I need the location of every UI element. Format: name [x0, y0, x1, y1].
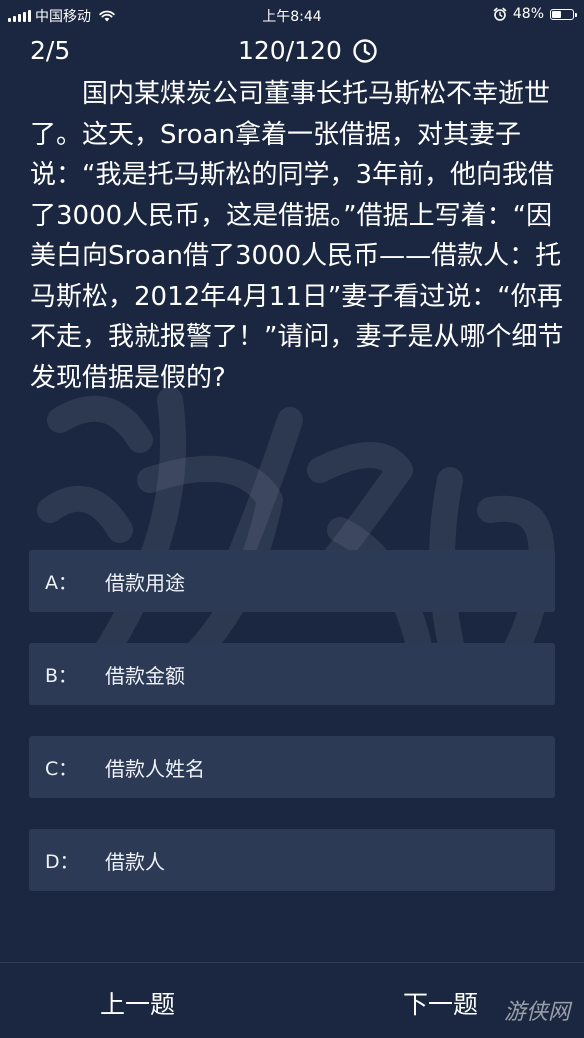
- battery-level: [552, 10, 561, 18]
- answer-options: A： 借款用途 B： 借款金额 C： 借款人姓名 D： 借款人: [29, 550, 555, 922]
- bottom-divider: [0, 962, 584, 963]
- option-letter: C：: [45, 757, 78, 780]
- status-right: 48%: [493, 6, 577, 22]
- option-text: 借款人姓名: [105, 756, 205, 781]
- option-letter: D：: [45, 850, 79, 873]
- option-letter: A：: [45, 571, 77, 594]
- option-letter: B：: [45, 664, 78, 687]
- timer-value: 120/120: [238, 36, 342, 65]
- question-progress: 2/5: [30, 36, 71, 65]
- clock-icon: [353, 38, 377, 63]
- option-d[interactable]: D： 借款人: [29, 829, 555, 891]
- quiz-header: 2/5 120/120: [0, 34, 584, 70]
- option-text: 借款用途: [105, 570, 185, 595]
- option-text: 借款金额: [105, 663, 185, 688]
- countdown-timer: 120/120: [238, 36, 378, 65]
- alarm-icon: [493, 7, 507, 21]
- battery-percent: 48%: [512, 6, 544, 22]
- prev-question-button[interactable]: 上一题: [100, 985, 175, 1021]
- option-c[interactable]: C： 借款人姓名: [29, 736, 555, 798]
- option-b[interactable]: B： 借款金额: [29, 643, 555, 705]
- battery-icon: [550, 8, 577, 20]
- option-a[interactable]: A： 借款用途: [29, 550, 555, 612]
- watermark-logo: 游侠网: [503, 1000, 570, 1025]
- next-question-button[interactable]: 下一题: [403, 985, 478, 1021]
- status-bar: 中国移动 上午8:44 48%: [0, 0, 584, 30]
- question-text: 国内某煤炭公司董事长托马斯松不幸逝世了。这天，Sroan拿着一张借据，对其妻子说…: [30, 79, 564, 393]
- option-text: 借款人: [105, 849, 165, 874]
